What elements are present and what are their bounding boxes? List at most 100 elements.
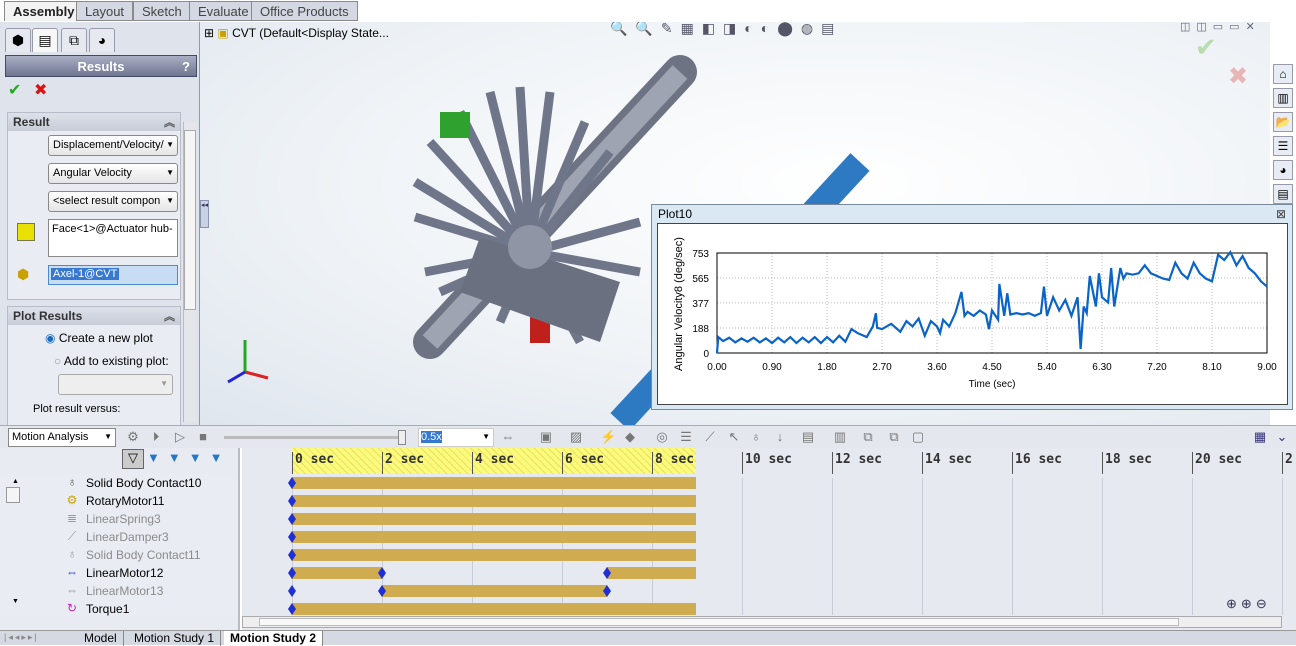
time-tick-label: 2 sec [382,452,424,474]
motor-icon[interactable]: ◎ [654,429,670,445]
stop-icon[interactable]: ■ [195,429,211,445]
x-axis-label: Time (sec) [969,379,1016,390]
timeline-bar[interactable] [292,495,697,507]
timeline-scrollbar[interactable] [242,616,1282,628]
calculate-icon[interactable]: ⚙ [125,429,141,445]
export-icon[interactable]: ⧉ [860,429,876,445]
contact-icon: ♁ [67,475,77,489]
motion-tree-item[interactable]: ≣ LinearSpring3 [0,510,240,528]
tab-motion-study-1[interactable]: Motion Study 1 [128,631,222,646]
command-manager-tabs: Assembly Layout Sketch Evaluate Office P… [0,0,1296,22]
zoom-controls[interactable]: ⊕⊕⊖ [1226,596,1271,612]
filter-icon[interactable]: ▽ [122,449,144,469]
plot-area: 0.00 0.90 1.80 2.70 3.60 4.50 5.40 6.30 7.20 8.10… [657,223,1288,405]
selected-face [440,112,470,138]
tree-scrollbar[interactable]: ▲ ▼ [6,474,24,616]
spring-icon[interactable]: ☰ [678,429,694,445]
custom-properties-icon[interactable]: ▤ [1273,184,1293,204]
motion-tree-item[interactable]: ⟋ LinearDamper3 [0,528,240,546]
tab-assembly[interactable]: Assembly [4,1,84,21]
timeline[interactable]: 0 sec 2 sec 4 sec 6 sec 8 sec 10 sec 12 sec 14 … [242,448,1296,630]
tab-motion-study-2[interactable]: Motion Study 2 [224,631,323,646]
tab-office-products[interactable]: Office Products [251,1,358,21]
design-library-icon[interactable]: ▥ [1273,88,1293,108]
panel-scrollbar[interactable] [183,122,196,422]
playback-slider[interactable] [224,430,406,445]
file-explorer-icon[interactable]: 📂 [1273,112,1293,132]
appearances-icon[interactable]: ◕ [1273,160,1293,180]
subcategory-select[interactable]: Angular Velocity [48,163,178,184]
reference-selection-box[interactable]: Axel-1@CVT [48,265,178,285]
category-select[interactable]: Displacement/Velocity/ [48,135,178,156]
close-icon[interactable]: ⊠ [1276,207,1286,221]
damper-icon[interactable]: ⟋ [702,429,718,445]
motion-tree-item[interactable]: ⇔ LinearMotor13 [0,582,240,600]
feature-manager-tab-icon[interactable]: ⬢ [5,28,31,52]
ok-button[interactable]: ✔ [8,80,21,100]
tab-model[interactable]: Model [78,631,124,646]
timeline-bar[interactable] [292,567,382,579]
result-section-header[interactable]: Result ︽ [8,113,180,131]
help-icon[interactable]: ? [182,56,190,78]
plot-window[interactable]: Plot10 ⊠ 0.00 0.90 1.80 2.70 3.60 4.50 5.40 6.3… [651,204,1293,410]
keyframe[interactable] [288,585,296,597]
timeline-bar[interactable] [292,549,697,561]
configuration-manager-tab-icon[interactable]: ⧉ [61,28,87,52]
display-manager-tab-icon[interactable]: ◕ [89,28,115,52]
plot-results-header[interactable]: Plot Results ︽ [8,307,180,325]
tab-sketch[interactable]: Sketch [133,1,191,21]
motion-tree-item[interactable]: ♁ Solid Body Contact11 [0,546,240,564]
tab-layout[interactable]: Layout [76,1,134,21]
motion-tree-item[interactable]: ♁ Solid Body Contact10 [0,474,240,492]
collapse-panel-handle[interactable]: ◂◂ [200,200,209,228]
time-tick-label: 14 sec [922,452,972,474]
component-select[interactable]: <select result compon [48,191,178,212]
layout-icon[interactable]: ▢ [910,429,926,445]
playback-speed-select[interactable]: 0.5x ▼ [418,428,494,447]
tab-scroll-arrows[interactable]: |◂◂▸▸| [4,632,39,643]
motion-tree-item[interactable]: ⇔ LinearMotor12 [0,564,240,582]
playback-mode-icon[interactable]: ⇔ [500,429,516,445]
face-selection-box[interactable]: Face<1>@Actuator hub- [48,219,178,257]
timeline-bar[interactable] [292,603,697,615]
add-to-existing-radio[interactable]: ○ Add to existing plot: [54,354,169,368]
timeline-bar[interactable] [292,513,697,525]
motion-tree-item[interactable]: ↻ Torque1 [0,600,240,618]
existing-plot-select[interactable]: ▼ [58,374,173,395]
study-type-select[interactable]: Motion Analysis ▼ [8,428,116,447]
timeline-bar[interactable] [292,477,697,489]
x-tick-label: 9.00 [1257,362,1277,373]
time-tick-label: 0 sec [292,452,334,474]
motion-tree: ▽ ▼▼▼▼ ♁ Solid Body Contact10 ⚙ RotaryMotor… [0,448,240,630]
results-plots-icon[interactable]: ▤ [800,429,816,445]
contact-icon[interactable]: ♁ [748,429,764,445]
timeline-view-icon[interactable]: ▦ [1252,429,1268,445]
add-key-icon[interactable]: ◆ [622,429,638,445]
property-manager-tab-icon[interactable]: ▤ [32,28,58,52]
motion-tree-item[interactable]: ⚙ RotaryMotor11 [0,492,240,510]
animation-wizard-icon[interactable]: ▨ [568,429,584,445]
time-tick-label: 4 sec [472,452,514,474]
timeline-bar[interactable] [607,567,697,579]
save-animation-icon[interactable]: ▣ [538,429,554,445]
gravity-icon[interactable]: ↓ [772,429,788,445]
motion-item-label: LinearMotor12 [86,566,164,580]
force-icon[interactable]: ↖ [726,429,742,445]
collapse-manager-icon[interactable]: ⌄ [1274,429,1290,445]
autokey-icon[interactable]: ⚡ [600,429,616,445]
plot-versus-label: Plot result versus: [33,403,121,415]
create-new-plot-radio[interactable]: ◉ Create a new plot [45,331,153,345]
timeline-bar[interactable] [382,585,607,597]
play-icon[interactable]: ▷ [172,429,188,445]
plot-window-title: Plot10 [658,207,693,221]
properties-icon[interactable]: ▥ [832,429,848,445]
cancel-button[interactable]: ✖ [34,80,47,100]
tab-evaluate[interactable]: Evaluate [189,1,258,21]
filter-options-icons[interactable]: ▼▼▼▼ [147,450,230,465]
home-icon[interactable]: ⌂ [1273,64,1293,84]
timeline-bar[interactable] [292,531,697,543]
linear-motor-icon: ⇔ [66,565,78,579]
play-from-start-icon[interactable]: ⏵ [148,429,164,445]
view-palette-icon[interactable]: ☰ [1273,136,1293,156]
copy-icon[interactable]: ⧉ [886,429,902,445]
